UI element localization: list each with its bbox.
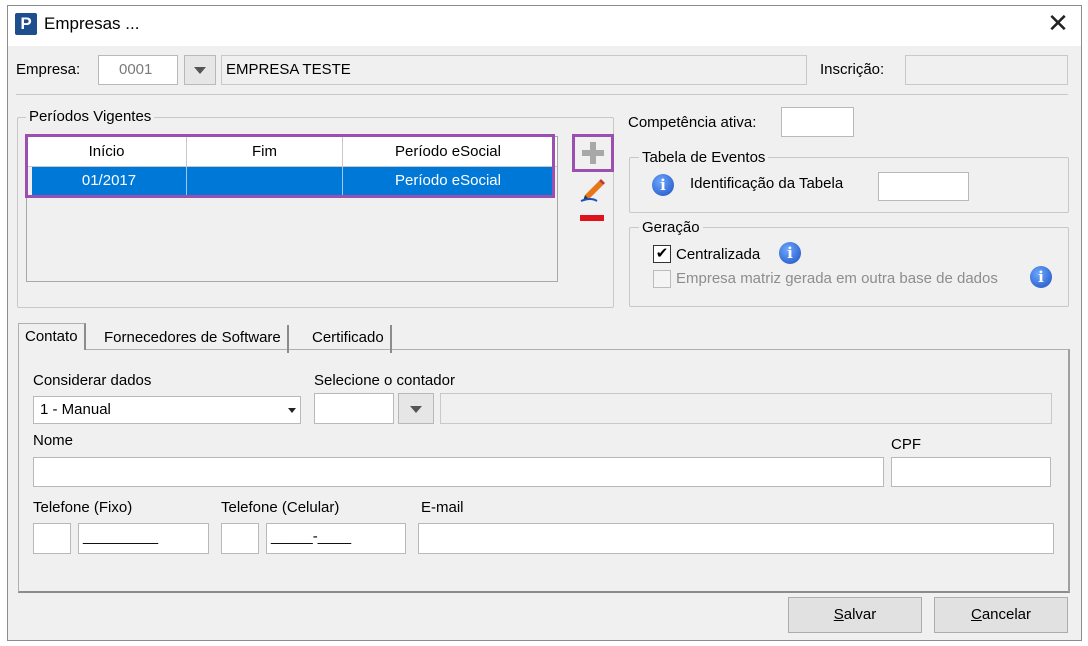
pencil-icon: [580, 179, 605, 202]
competencia-field[interactable]: [781, 107, 854, 137]
competencia-label: Competência ativa:: [628, 114, 757, 131]
highlight-box: [25, 134, 555, 198]
contador-code-field[interactable]: [314, 393, 394, 424]
cpf-field[interactable]: [891, 457, 1051, 487]
nome-field[interactable]: [33, 457, 884, 487]
tab-contato[interactable]: Contato: [18, 323, 86, 350]
considerar-label: Considerar dados: [33, 372, 152, 389]
app-icon: P: [15, 13, 37, 35]
email-label: E-mail: [421, 499, 464, 516]
window-title: Empresas ...: [44, 14, 140, 33]
info-icon[interactable]: i: [779, 242, 801, 264]
inscricao-field: [905, 55, 1068, 85]
tel-fixo-ddd-field[interactable]: [33, 523, 71, 554]
info-icon[interactable]: i: [1030, 266, 1052, 288]
centralizada-label: Centralizada: [676, 246, 761, 263]
tel-fixo-label: Telefone (Fixo): [33, 499, 133, 516]
save-button-key: S: [833, 606, 844, 623]
matriz-checkbox: [653, 270, 671, 288]
tabela-eventos-legend: Tabela de Eventos: [639, 149, 769, 166]
inscricao-label: Inscrição:: [820, 61, 885, 78]
cancel-button[interactable]: Cancelar: [934, 597, 1068, 633]
tel-cel-number-field[interactable]: _____-____: [266, 523, 406, 554]
cancel-button-rest: ancelar: [981, 606, 1032, 623]
centralizada-checkbox[interactable]: ✔: [653, 245, 671, 263]
considerar-value: 1 - Manual: [40, 401, 111, 418]
empresa-dropdown-button[interactable]: [184, 55, 216, 85]
title-bar: [8, 6, 1081, 46]
geracao-legend: Geração: [639, 219, 703, 236]
edit-button[interactable]: [577, 175, 609, 203]
cancel-button-key: C: [970, 606, 982, 623]
identificacao-field[interactable]: [878, 172, 969, 201]
close-icon[interactable]: ✕: [1045, 10, 1071, 38]
considerar-select[interactable]: 1 - Manual: [33, 396, 301, 424]
cpf-label: CPF: [891, 436, 921, 453]
tel-fixo-number-field[interactable]: _________: [78, 523, 209, 554]
empresa-code-field[interactable]: 0001: [98, 55, 178, 85]
contador-dropdown-button[interactable]: [398, 393, 434, 424]
empresa-label: Empresa:: [16, 61, 81, 78]
email-field[interactable]: [418, 523, 1054, 554]
save-button-rest: alvar: [843, 606, 877, 623]
add-button[interactable]: [572, 134, 614, 172]
plus-icon: [582, 142, 604, 164]
tab-fornecedores[interactable]: Fornecedores de Software: [98, 325, 289, 353]
empresa-name-field: EMPRESA TESTE: [221, 55, 807, 85]
divider: [16, 94, 1068, 95]
tel-cel-ddd-field[interactable]: [221, 523, 259, 554]
tab-certificado[interactable]: Certificado: [306, 325, 392, 353]
geracao-group: [629, 227, 1069, 307]
save-button[interactable]: Salvar: [788, 597, 922, 633]
contador-name-field: [440, 393, 1052, 424]
chevron-down-icon: [288, 408, 296, 413]
periodos-legend: Períodos Vigentes: [26, 108, 155, 125]
nome-label: Nome: [33, 432, 74, 449]
tel-cel-label: Telefone (Celular): [221, 499, 340, 516]
minus-icon[interactable]: [580, 215, 604, 221]
identificacao-label: Identificação da Tabela: [690, 175, 844, 192]
info-icon[interactable]: i: [652, 174, 674, 196]
matriz-label: Empresa matriz gerada em outra base de d…: [676, 270, 998, 287]
contador-label: Selecione o contador: [314, 372, 455, 389]
